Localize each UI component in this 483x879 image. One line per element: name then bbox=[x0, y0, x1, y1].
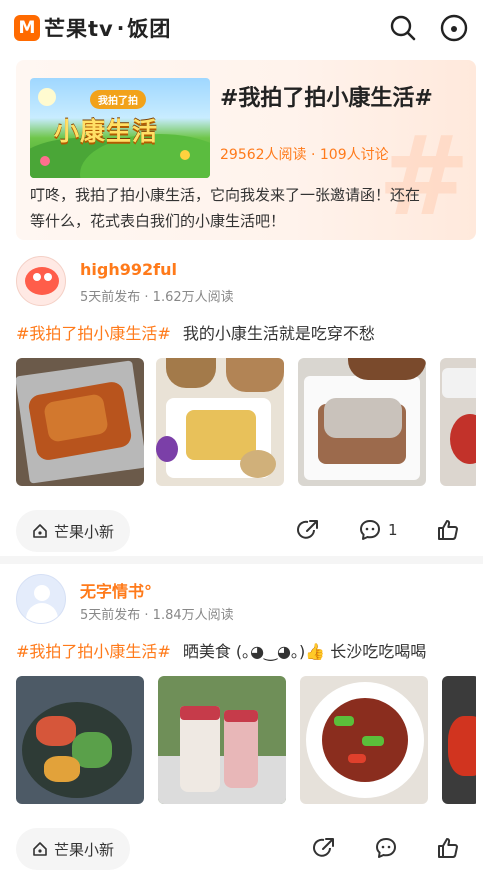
share-icon bbox=[297, 520, 318, 539]
photo-strip bbox=[16, 358, 476, 488]
photo-salad-bowl[interactable] bbox=[16, 676, 144, 804]
mango-logo-icon: M bbox=[14, 15, 40, 41]
smiley-icon[interactable] bbox=[439, 13, 469, 43]
share-icon bbox=[313, 838, 334, 857]
brand-separator: · bbox=[116, 16, 125, 40]
comment-button[interactable] bbox=[374, 836, 404, 860]
comment-icon bbox=[360, 520, 380, 540]
topic-tag[interactable]: #我拍了拍小康生活# bbox=[16, 324, 171, 343]
home-icon bbox=[33, 842, 47, 856]
post-text: #我拍了拍小康生活# 我的小康生活就是吃穿不愁 bbox=[16, 320, 375, 344]
comment-icon bbox=[376, 838, 396, 858]
like-button[interactable] bbox=[436, 836, 460, 860]
share-button[interactable] bbox=[312, 836, 336, 860]
photo-roast-goose[interactable] bbox=[16, 358, 144, 486]
banner-badge: 我拍了拍 bbox=[90, 90, 146, 109]
banner-title: 小康生活 bbox=[54, 117, 159, 146]
post-body: 我的小康生活就是吃穿不愁 bbox=[182, 324, 375, 343]
search-icon[interactable] bbox=[389, 14, 417, 42]
topic-tag[interactable]: #我拍了拍小康生活# bbox=[16, 642, 171, 661]
topic-description: 叮咚，我拍了拍小康生活，它向我发来了一张邀请函！还在等什么，花式表白我们的小康生… bbox=[30, 186, 421, 230]
topic-banner-image: 我拍了拍 小康生活 bbox=[30, 78, 210, 178]
thumbs-up-icon bbox=[438, 838, 458, 858]
post-divider bbox=[0, 556, 483, 564]
post-actions: 芒果小新 1 bbox=[16, 510, 466, 554]
brand-name: 芒果tv bbox=[44, 17, 114, 41]
photo-milk-tea[interactable] bbox=[158, 676, 286, 804]
avatar[interactable] bbox=[16, 574, 66, 624]
top-bar: M 芒果tv · 饭团 bbox=[0, 0, 483, 56]
topic-title: #我拍了拍小康生活# bbox=[220, 86, 433, 111]
topic-card[interactable]: # 我拍了拍 小康生活 #我拍了拍小康生活# 29562人阅读 · 109人讨论… bbox=[16, 60, 476, 240]
post-meta: 5天前发布 · 1.62万人阅读 bbox=[80, 290, 234, 305]
comment-count: 1 bbox=[388, 521, 398, 539]
thumbs-up-icon bbox=[438, 520, 458, 540]
photo-dim-sum-chicken[interactable] bbox=[156, 358, 284, 486]
share-button[interactable] bbox=[296, 518, 320, 542]
topic-stats: 29562人阅读 · 109人讨论 bbox=[220, 147, 389, 163]
circle-chip[interactable]: 芒果小新 bbox=[16, 510, 131, 552]
section-name: 饭团 bbox=[127, 17, 172, 41]
chip-label: 芒果小新 bbox=[54, 840, 115, 859]
like-button[interactable] bbox=[436, 518, 460, 542]
username[interactable]: 无字情书° bbox=[80, 578, 152, 602]
post-body: 晒美食 (｡◕‿◕｡)👍 长沙吃吃喝喝 bbox=[182, 642, 427, 661]
post-meta: 5天前发布 · 1.84万人阅读 bbox=[80, 608, 234, 623]
comment-button[interactable]: 1 bbox=[358, 518, 398, 542]
photo-crayfish[interactable] bbox=[442, 676, 476, 804]
post-actions: 芒果小新 bbox=[16, 828, 466, 872]
circle-chip[interactable]: 芒果小新 bbox=[16, 828, 131, 870]
chip-label: 芒果小新 bbox=[54, 522, 115, 541]
photo-cold-dish[interactable] bbox=[440, 358, 476, 486]
username[interactable]: high992ful bbox=[80, 260, 177, 279]
app-logo[interactable]: M 芒果tv · 饭团 bbox=[14, 13, 171, 43]
post-text: #我拍了拍小康生活# 晒美食 (｡◕‿◕｡)👍 长沙吃吃喝喝 bbox=[16, 638, 426, 662]
photo-stir-fried-beef[interactable] bbox=[300, 676, 428, 804]
photo-strip bbox=[16, 676, 476, 806]
home-icon bbox=[33, 524, 47, 538]
photo-rice-noodle-roll[interactable] bbox=[298, 358, 426, 486]
avatar[interactable] bbox=[16, 256, 66, 306]
